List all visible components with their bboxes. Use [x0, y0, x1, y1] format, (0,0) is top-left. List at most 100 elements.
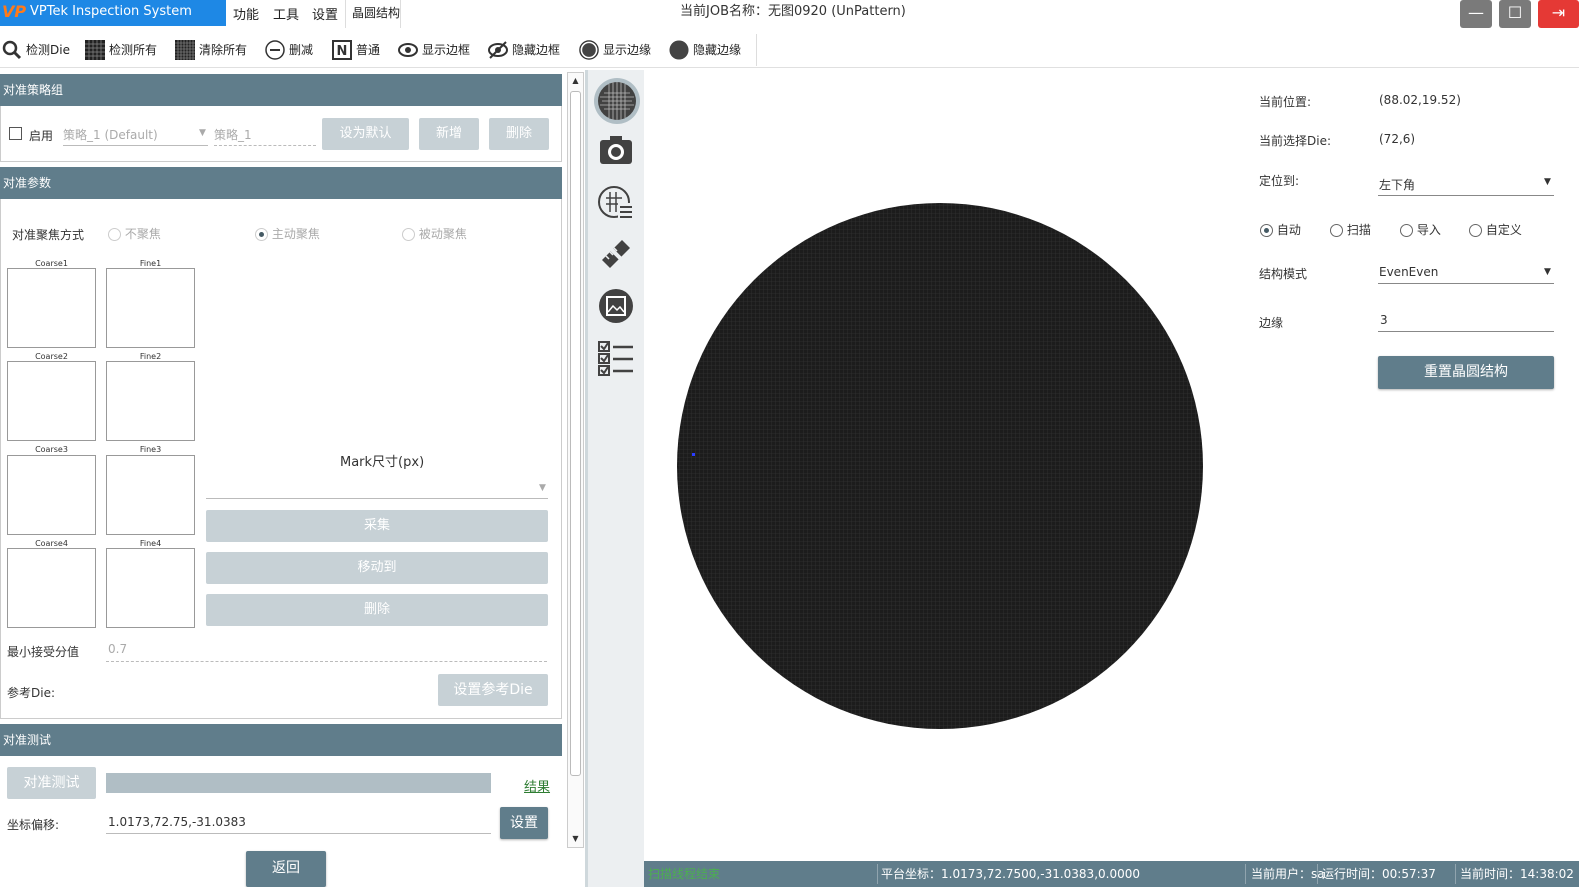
camera-tool-button[interactable]: [598, 132, 634, 168]
exit-icon: ⇥: [1551, 3, 1566, 22]
current-position-label: 当前位置:: [1259, 95, 1312, 109]
locate-chevron-icon: ▼: [1544, 177, 1551, 187]
minimize-button[interactable]: —: [1460, 0, 1492, 28]
checklist-tool-button[interactable]: [598, 340, 634, 376]
min-score-input[interactable]: 0.7: [108, 642, 127, 656]
minus-circle-icon: [265, 40, 285, 60]
strategy-name-underline: [214, 145, 316, 146]
delete-mark-button[interactable]: 删除: [206, 594, 548, 626]
add-strategy-button[interactable]: 新增: [419, 118, 479, 150]
maximize-icon: ☐: [1507, 3, 1523, 22]
chevron-down-icon: ▼: [199, 128, 206, 138]
image-coarse4[interactable]: [7, 548, 96, 628]
offset-set-button[interactable]: 设置: [500, 807, 548, 839]
measure-tool-button[interactable]: [598, 236, 634, 272]
edge-underline: [1378, 331, 1554, 332]
wafer-map[interactable]: [644, 70, 1244, 860]
normal-button[interactable]: N 普通: [332, 38, 380, 62]
focus-option-active[interactable]: 主动聚焦: [255, 225, 320, 242]
mark-size-select[interactable]: [206, 498, 548, 499]
set-ref-die-button[interactable]: 设置参考Die: [438, 674, 548, 706]
wafer-map-canvas[interactable]: [644, 70, 1244, 860]
image-label-coarse3: Coarse3: [35, 445, 68, 454]
left-panel: 对准策略组 启用 策略_1 (Default) ▼ 策略_1 设为默认 新增 删…: [0, 70, 566, 887]
collect-button[interactable]: 采集: [206, 510, 548, 542]
move-to-button[interactable]: 移动到: [206, 552, 548, 584]
align-test-header: 对准测试: [0, 724, 562, 756]
show-edge-button[interactable]: 显示边缘: [579, 38, 651, 62]
hide-edge-button[interactable]: 隐藏边缘: [669, 38, 741, 62]
menu-settings[interactable]: 设置: [312, 4, 338, 23]
exit-button[interactable]: ⇥: [1538, 0, 1579, 28]
image-coarse1[interactable]: [7, 268, 96, 348]
focus-option-passive[interactable]: 被动聚焦: [402, 225, 467, 242]
min-score-underline: [106, 661, 547, 662]
back-button[interactable]: 返回: [246, 851, 326, 887]
scroll-down-icon[interactable]: ▼: [568, 831, 583, 847]
left-panel-scrollbar[interactable]: ▲ ▼: [567, 72, 584, 848]
scroll-up-icon[interactable]: ▲: [568, 73, 583, 89]
align-test-button[interactable]: 对准测试: [7, 767, 96, 799]
image-fine3[interactable]: [106, 455, 195, 535]
image-fine2[interactable]: [106, 361, 195, 441]
image-label-coarse1: Coarse1: [35, 259, 68, 268]
edge-input[interactable]: 3: [1380, 313, 1388, 327]
delete-strategy-button[interactable]: 删除: [489, 118, 549, 150]
current-position-value: (88.02,19.52): [1379, 93, 1461, 107]
menu-active-tab: [345, 0, 401, 28]
mark-size-chevron-icon: ▼: [539, 483, 546, 493]
detect-all-button[interactable]: 检测所有: [85, 38, 157, 62]
scroll-thumb[interactable]: [570, 91, 581, 776]
reset-wafer-structure-button[interactable]: 重置晶圆结构: [1378, 356, 1554, 389]
clear-all-button[interactable]: 清除所有: [175, 38, 247, 62]
reduce-button[interactable]: 删减: [265, 38, 313, 62]
maximize-button[interactable]: ☐: [1499, 0, 1531, 28]
mode-custom-radio[interactable]: 自定义: [1469, 221, 1522, 238]
focus-option-none[interactable]: 不聚焦: [108, 225, 161, 242]
menu-function[interactable]: 功能: [233, 4, 259, 23]
menu-tools[interactable]: 工具: [273, 4, 299, 23]
enable-label: 启用: [29, 129, 54, 143]
image-fine4[interactable]: [106, 548, 195, 628]
result-link[interactable]: 结果: [524, 776, 550, 795]
structure-mode-select[interactable]: EvenEven: [1379, 265, 1438, 279]
structure-chevron-icon: ▼: [1544, 267, 1551, 277]
focus-mode-label: 对准聚焦方式: [12, 228, 85, 242]
wafer-disc[interactable]: [677, 203, 1203, 729]
image-coarse2[interactable]: [7, 361, 96, 441]
hide-border-label: 隐藏边框: [512, 43, 561, 57]
wafer-list-icon: [598, 186, 633, 218]
wafer-tool-button[interactable]: [594, 78, 640, 124]
show-border-button[interactable]: 显示边框: [398, 38, 470, 62]
grid-icon: [85, 40, 105, 60]
selected-die-marker[interactable]: [692, 453, 695, 456]
image-tool-button[interactable]: [598, 288, 634, 324]
image-fine1[interactable]: [106, 268, 195, 348]
n-box-icon: N: [332, 40, 352, 60]
show-edge-label: 显示边缘: [603, 43, 652, 57]
edge-label: 边缘: [1259, 316, 1284, 330]
status-divider: [877, 864, 878, 884]
hide-border-button[interactable]: 隐藏边框: [488, 38, 560, 62]
platform-coordinates: 平台坐标：1.0173,72.7500,-31.0383,0.0000: [881, 867, 1140, 881]
strategy-name-input[interactable]: 策略_1: [214, 126, 252, 143]
selected-die-label: 当前选择Die:: [1259, 134, 1332, 148]
wafer-icon: [598, 82, 636, 120]
mode-import-radio[interactable]: 导入: [1400, 221, 1441, 238]
image-coarse3[interactable]: [7, 455, 96, 535]
mode-scan-radio[interactable]: 扫描: [1330, 221, 1371, 238]
wafer-list-tool-button[interactable]: [598, 184, 634, 220]
mode-auto-radio[interactable]: 自动: [1260, 221, 1301, 238]
set-default-button[interactable]: 设为默认: [322, 118, 409, 150]
locate-to-select[interactable]: 左下角: [1379, 176, 1415, 193]
status-bar: 扫描线程结束 平台坐标：1.0173,72.7500,-31.0383,0.00…: [644, 861, 1579, 887]
enable-checkbox[interactable]: [9, 127, 22, 140]
detect-die-button[interactable]: 检测Die: [2, 38, 70, 62]
min-score-label: 最小接受分值: [7, 645, 80, 659]
offset-input[interactable]: 1.0173,72.75,-31.0383: [108, 815, 246, 829]
strategy-select-underline: [63, 145, 208, 146]
circle-outline-icon: [579, 40, 599, 60]
toolbar: 检测Die 检测所有 清除所有 删减 N 普通 显示边框 隐藏边框 显示边缘 隐…: [0, 32, 1579, 68]
strategy-select[interactable]: 策略_1 (Default): [63, 126, 158, 143]
eye-off-icon: [488, 41, 508, 59]
